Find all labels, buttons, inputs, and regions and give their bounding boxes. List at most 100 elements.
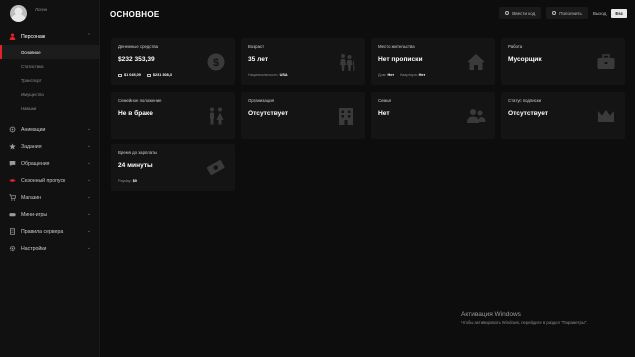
sidebar-item-label: Настройки xyxy=(21,245,47,252)
card-value: Нет прописки xyxy=(378,56,423,63)
page-title: ОСНОВНОЕ xyxy=(110,10,160,19)
card-money: Денежные средства $232 353,39 $1 045,09 … xyxy=(111,38,235,85)
payday: Payday: $0 xyxy=(118,179,138,183)
chevron-down-icon: ⌄ xyxy=(86,126,91,132)
card-value: 35 лет xyxy=(248,56,269,63)
payday-row: Payday: $0 xyxy=(118,179,137,183)
season-pass-icon xyxy=(9,177,16,184)
chevron-down-icon: ⌄ xyxy=(86,143,91,149)
topup-button[interactable]: Пополнить xyxy=(546,7,588,19)
money-breakdown: $1 045,09 $231 308,3 xyxy=(118,73,172,77)
star-icon xyxy=(9,143,16,150)
nationality-row: Национальность: USA xyxy=(248,73,288,77)
chevron-down-icon: ⌄ xyxy=(86,194,91,200)
sidebar-item-label: Правила сервера xyxy=(21,228,64,235)
sidebar: Логин Персонаж ⌃ Основное Статистика Тра… xyxy=(0,0,100,357)
building-icon xyxy=(339,108,353,125)
house-icon xyxy=(467,54,485,70)
chevron-down-icon: ⌄ xyxy=(86,177,91,183)
sidebar-item-settings[interactable]: Настройки ⌄ xyxy=(0,240,100,257)
chevron-down-icon: ⌄ xyxy=(86,228,91,234)
nationality: Национальность: USA xyxy=(248,73,288,77)
crown-icon xyxy=(598,110,614,122)
couple-icon xyxy=(210,107,224,125)
card-label: Статус подписки xyxy=(508,98,542,103)
card-value: Отсутствует xyxy=(248,110,289,117)
card-value: Мусорщик xyxy=(508,56,542,63)
group-icon xyxy=(467,109,486,123)
top-actions: Ввести код Пополнить Выход Esc xyxy=(499,7,627,19)
cart-icon xyxy=(9,194,16,201)
dollar-coin-icon: $ xyxy=(207,53,225,71)
sidebar-subitem-skills[interactable]: Навыки xyxy=(0,101,100,115)
sidebar-nav: Персонаж ⌃ Основное Статистика Транспорт… xyxy=(0,28,100,257)
username: Логин xyxy=(35,7,48,12)
gamepad-icon xyxy=(9,211,16,218)
document-icon xyxy=(9,228,16,235)
sidebar-item-minigames[interactable]: Мини-игры ⌄ xyxy=(0,206,100,223)
card-label: Время до зарплаты xyxy=(118,150,158,155)
esc-button[interactable]: Esc xyxy=(611,8,627,18)
cash-icon xyxy=(118,73,122,77)
house-status: Дом: Нет xyxy=(378,73,395,77)
sidebar-subitem-property[interactable]: Имущество xyxy=(0,87,100,101)
enter-code-button[interactable]: Ввести код xyxy=(499,7,542,19)
card-value: Нет xyxy=(378,110,390,117)
card-value: $232 353,39 xyxy=(118,56,155,63)
card-label: Организация xyxy=(248,98,274,103)
card-label: Работа xyxy=(508,44,523,49)
sidebar-item-label: Анимации xyxy=(21,126,46,133)
card-organization: Организация Отсутствует xyxy=(241,92,365,139)
sidebar-item-label: Обращения xyxy=(21,160,50,167)
watermark-title: Активация Windows xyxy=(461,311,521,318)
cash-amount: $1 045,09 xyxy=(118,73,141,77)
elderly-couple-icon xyxy=(340,54,355,72)
person-icon xyxy=(9,33,16,40)
card-label: Место жительства xyxy=(378,44,415,49)
sidebar-item-character[interactable]: Персонаж ⌃ xyxy=(0,28,100,45)
chat-icon xyxy=(9,160,16,167)
chevron-down-icon: ⌄ xyxy=(86,160,91,166)
sidebar-item-label: Задания xyxy=(21,143,42,150)
sidebar-item-shop[interactable]: Магазин ⌄ xyxy=(0,189,100,206)
enter-code-label: Ввести код xyxy=(512,10,536,16)
residence-details: Дом: Нет Квартира: Нет xyxy=(378,73,425,77)
sidebar-subitem-transport[interactable]: Транспорт xyxy=(0,73,100,87)
bank-card-icon xyxy=(146,73,151,77)
animation-icon xyxy=(9,126,16,133)
chevron-down-icon: ⌄ xyxy=(86,211,91,217)
topup-label: Пополнить xyxy=(559,10,582,16)
chevron-down-icon: ⌄ xyxy=(86,245,91,251)
card-age: Возраст 35 лет Национальность: USA xyxy=(241,38,365,85)
coin-icon xyxy=(552,11,557,15)
card-marital-status: Семейное положение Не в браке xyxy=(111,92,235,139)
money-bills-icon xyxy=(206,160,225,176)
sidebar-item-label: Персонаж xyxy=(21,33,46,40)
bank-amount: $231 308,3 xyxy=(146,73,172,77)
profile[interactable]: Логин xyxy=(10,5,95,25)
card-value: Не в браке xyxy=(118,110,153,117)
chevron-up-icon: ⌃ xyxy=(86,33,91,39)
code-icon xyxy=(505,11,510,15)
sidebar-item-label: Мини-игры xyxy=(21,211,48,218)
card-job: Работа Мусорщик xyxy=(501,38,625,85)
card-value: Отсутствует xyxy=(508,110,549,117)
sidebar-item-tasks[interactable]: Задания ⌄ xyxy=(0,138,100,155)
card-salary-timer: Время до зарплаты 24 минуты Payday: $0 xyxy=(111,144,235,191)
watermark-subtitle: Чтобы активировать Windows, перейдите в … xyxy=(461,320,588,325)
sidebar-item-requests[interactable]: Обращения ⌄ xyxy=(0,155,100,172)
windows-activation-watermark: Активация Windows Чтобы активировать Win… xyxy=(461,311,588,325)
sidebar-subitem-stats[interactable]: Статистика xyxy=(0,59,100,73)
svg-text:$: $ xyxy=(213,57,219,69)
sidebar-subitem-main[interactable]: Основное xyxy=(0,45,100,59)
sidebar-item-season-pass[interactable]: Сезонный пропуск ⌄ xyxy=(0,172,100,189)
sidebar-item-label: Магазин xyxy=(21,194,42,201)
card-residence: Место жительства Нет прописки Дом: Нет К… xyxy=(371,38,495,85)
avatar[interactable] xyxy=(10,5,27,22)
sidebar-item-server-rules[interactable]: Правила сервера ⌄ xyxy=(0,223,100,240)
apartment-status: Квартира: Нет xyxy=(400,73,426,77)
exit-label: Выход xyxy=(592,10,607,16)
settings-icon xyxy=(9,245,16,252)
card-label: Возраст xyxy=(248,44,265,49)
sidebar-item-animations[interactable]: Анимации ⌄ xyxy=(0,121,100,138)
